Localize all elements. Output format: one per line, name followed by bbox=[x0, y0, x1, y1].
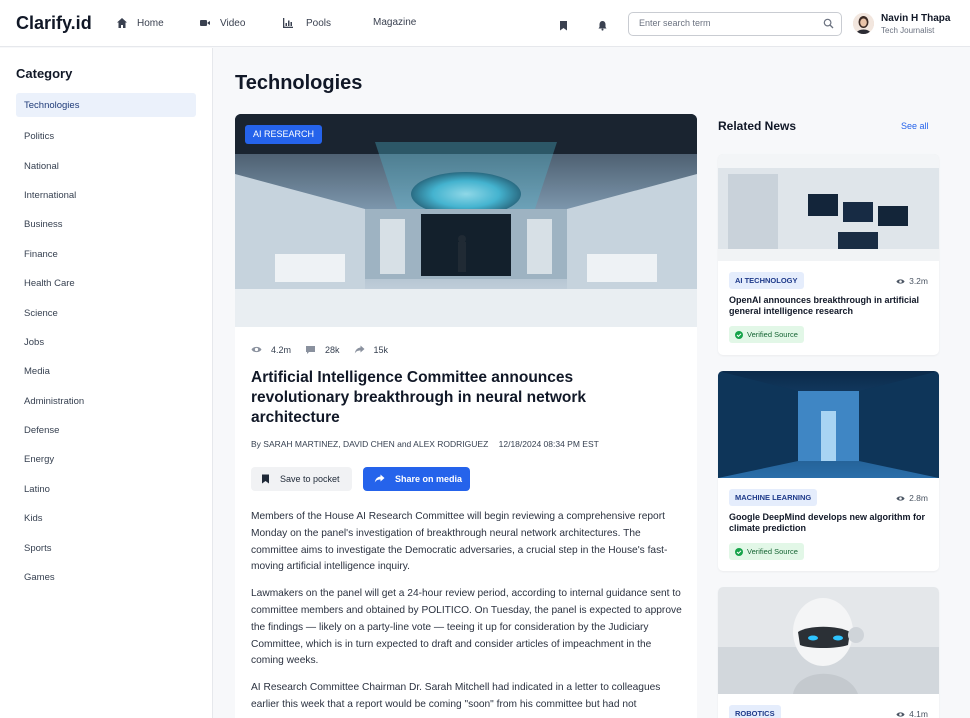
article-headline[interactable]: Artificial Intelligence Committee announ… bbox=[251, 368, 671, 428]
related-card[interactable]: ROBOTICS 4.1m bbox=[718, 587, 939, 718]
related-card-title[interactable]: Google DeepMind develops new algorithm f… bbox=[729, 512, 929, 534]
nav-video-label: Video bbox=[220, 17, 246, 29]
sidebar-item-politics[interactable]: Politics bbox=[16, 122, 196, 151]
related-card-tag[interactable]: ROBOTICS bbox=[729, 705, 781, 718]
sidebar-title: Category bbox=[16, 66, 73, 81]
article-paragraph: Lawmakers on the panel will get a 24-hou… bbox=[251, 588, 682, 667]
nav-home[interactable]: Home bbox=[116, 17, 164, 29]
sidebar-item-science[interactable]: Science bbox=[16, 298, 196, 327]
related-card-views-count: 2.8m bbox=[909, 493, 928, 503]
search-box[interactable] bbox=[628, 12, 842, 36]
sidebar-item-media[interactable]: Media bbox=[16, 357, 196, 386]
related-card-views: 3.2m bbox=[896, 276, 928, 286]
avatar[interactable] bbox=[853, 13, 874, 34]
verified-label: Verified Source bbox=[747, 330, 798, 339]
related-card-title[interactable]: OpenAI announces breakthrough in artific… bbox=[729, 295, 929, 317]
views-stat: 4.2m bbox=[251, 344, 291, 355]
top-header: Clarify.id Home Video Pools Magazine Nav… bbox=[0, 0, 970, 47]
nav-home-label: Home bbox=[137, 17, 164, 29]
nav-pools[interactable]: Pools bbox=[282, 17, 331, 29]
share-arrow-icon bbox=[354, 345, 365, 354]
sidebar-item-games[interactable]: Games bbox=[16, 563, 196, 592]
article-date: 12/18/2024 08:34 PM EST bbox=[498, 439, 599, 449]
sidebar-item-energy[interactable]: Energy bbox=[16, 445, 196, 474]
related-card-views-count: 3.2m bbox=[909, 276, 928, 286]
chart-icon bbox=[283, 18, 293, 28]
related-card-tag[interactable]: AI TECHNOLOGY bbox=[729, 272, 804, 289]
check-circle-icon bbox=[735, 330, 743, 339]
app-logo[interactable]: Clarify.id bbox=[16, 13, 92, 34]
nav-video[interactable]: Video bbox=[199, 17, 245, 29]
eye-icon bbox=[896, 278, 905, 284]
related-card-tag[interactable]: MACHINE LEARNING bbox=[729, 489, 818, 506]
sidebar-item-business[interactable]: Business bbox=[16, 210, 196, 239]
bookmark-icon[interactable] bbox=[558, 18, 569, 31]
related-card-views-count: 4.1m bbox=[909, 709, 928, 718]
article-byline: By SARAH MARTINEZ, DAVID CHEN and ALEX R… bbox=[251, 439, 599, 449]
related-card-image[interactable] bbox=[718, 154, 939, 261]
sidebar-item-technologies[interactable]: Technologies bbox=[16, 93, 196, 117]
home-icon bbox=[117, 18, 127, 28]
page-title: Technologies bbox=[235, 72, 363, 94]
search-input[interactable] bbox=[639, 18, 819, 28]
sidebar-item-international[interactable]: International bbox=[16, 181, 196, 210]
verified-source-badge: Verified Source bbox=[729, 326, 804, 343]
see-all-link[interactable]: See all bbox=[901, 121, 929, 131]
bookmark-icon bbox=[262, 474, 269, 484]
bell-icon[interactable] bbox=[597, 18, 608, 31]
nav-magazine-label: Magazine bbox=[373, 17, 417, 28]
sidebar-item-administration[interactable]: Administration bbox=[16, 387, 196, 416]
share-on-media-button[interactable]: Share on media bbox=[363, 467, 470, 491]
article-authors: By SARAH MARTINEZ, DAVID CHEN and ALEX R… bbox=[251, 439, 489, 449]
video-icon bbox=[200, 20, 210, 26]
featured-article: AI RESEARCH 4.2m 28k 15k Artificial Inte… bbox=[235, 114, 697, 718]
user-role: Tech Journalist bbox=[881, 26, 935, 35]
save-to-pocket-button[interactable]: Save to pocket bbox=[251, 467, 352, 491]
article-paragraph: AI Research Committee Chairman Dr. Sarah… bbox=[251, 682, 661, 710]
related-news-title: Related News bbox=[718, 119, 797, 133]
related-card-views: 2.8m bbox=[896, 493, 928, 503]
nav-pools-label: Pools bbox=[306, 17, 332, 29]
verified-source-badge: Verified Source bbox=[729, 543, 804, 560]
sidebar-item-kids[interactable]: Kids bbox=[16, 504, 196, 533]
article-hero-image[interactable] bbox=[235, 114, 697, 327]
article-paragraph: Members of the House AI Research Committ… bbox=[251, 511, 668, 573]
category-list: Technologies Politics National Internationa… bbox=[16, 93, 196, 592]
sidebar-item-latino[interactable]: Latino bbox=[16, 475, 196, 504]
share-arrow-icon bbox=[374, 474, 385, 483]
search-icon[interactable] bbox=[823, 18, 834, 29]
share-button-label: Share on media bbox=[395, 474, 463, 484]
sidebar-item-finance[interactable]: Finance bbox=[16, 240, 196, 269]
related-card[interactable]: AI TECHNOLOGY 3.2m OpenAI announces brea… bbox=[718, 154, 939, 355]
sidebar-item-national[interactable]: National bbox=[16, 151, 196, 180]
verified-label: Verified Source bbox=[747, 547, 798, 556]
user-name[interactable]: Navin H Thapa bbox=[881, 13, 950, 24]
category-sidebar: Category Technologies Politics National Int… bbox=[0, 48, 213, 718]
related-card-image[interactable] bbox=[718, 587, 939, 694]
related-card[interactable]: MACHINE LEARNING 2.8m Google DeepMind de… bbox=[718, 371, 939, 571]
comment-icon bbox=[306, 346, 316, 354]
shares-stat: 15k bbox=[354, 344, 389, 355]
shares-count: 15k bbox=[373, 344, 389, 355]
check-circle-icon bbox=[735, 547, 743, 556]
views-count: 4.2m bbox=[271, 344, 292, 355]
eye-icon bbox=[896, 711, 905, 717]
comments-stat: 28k bbox=[305, 344, 340, 355]
eye-icon bbox=[896, 495, 905, 501]
sidebar-item-defense[interactable]: Defense bbox=[16, 416, 196, 445]
save-button-label: Save to pocket bbox=[280, 474, 340, 484]
article-tag[interactable]: AI RESEARCH bbox=[245, 125, 323, 144]
sidebar-item-health-care[interactable]: Health Care bbox=[16, 269, 196, 298]
comments-count: 28k bbox=[325, 344, 340, 355]
sidebar-item-jobs[interactable]: Jobs bbox=[16, 328, 196, 357]
eye-icon bbox=[251, 346, 262, 353]
sidebar-item-sports[interactable]: Sports bbox=[16, 533, 196, 562]
nav-magazine[interactable]: Magazine bbox=[373, 17, 416, 28]
article-body: Members of the House AI Research Committ… bbox=[251, 509, 683, 718]
article-stats: 4.2m 28k 15k bbox=[251, 344, 402, 355]
related-card-image[interactable] bbox=[718, 371, 939, 478]
related-card-views: 4.1m bbox=[896, 709, 928, 718]
